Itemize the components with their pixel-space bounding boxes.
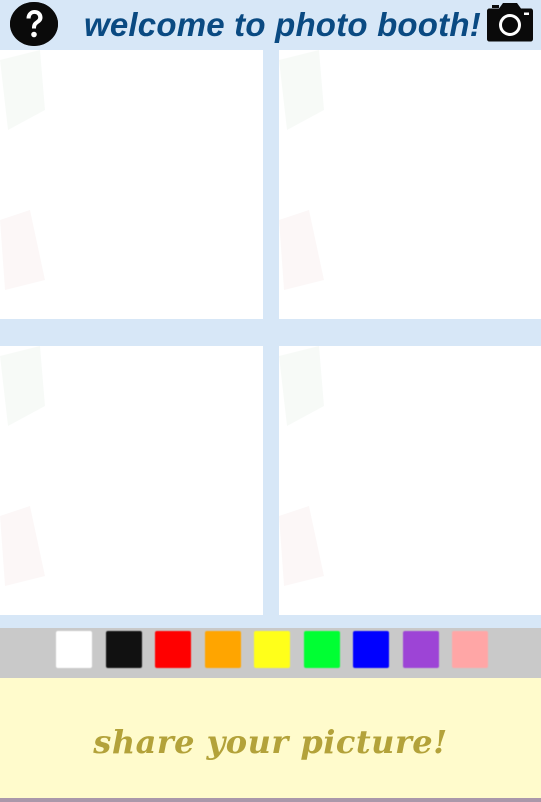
camera-button[interactable]	[484, 2, 536, 42]
color-swatch[interactable]	[403, 631, 439, 668]
color-swatch[interactable]	[106, 631, 142, 668]
photo-placeholder-icon	[279, 346, 324, 586]
color-swatch[interactable]	[155, 631, 191, 668]
photo-placeholder-icon	[279, 50, 324, 290]
page-title: welcome to photo booth!	[84, 6, 481, 43]
color-swatch[interactable]	[353, 631, 389, 668]
color-swatch[interactable]	[452, 631, 488, 668]
question-circle-icon	[10, 2, 58, 46]
photo-slot-top-left[interactable]	[0, 50, 263, 319]
color-palette	[0, 628, 541, 678]
photo-slot-bottom-left[interactable]	[0, 346, 263, 615]
photo-placeholder-icon	[0, 50, 45, 290]
help-button[interactable]	[10, 2, 58, 46]
share-label: share your picture!	[93, 723, 448, 761]
color-swatch[interactable]	[254, 631, 290, 668]
header-bar: welcome to photo booth!	[0, 0, 541, 49]
color-swatch[interactable]	[304, 631, 340, 668]
camera-icon	[487, 3, 533, 42]
color-swatch[interactable]	[56, 631, 92, 668]
photo-slot-top-right[interactable]	[279, 50, 541, 319]
photo-placeholder-icon	[0, 346, 45, 586]
share-button[interactable]: share your picture!	[0, 678, 541, 802]
color-swatch[interactable]	[205, 631, 241, 668]
photo-slot-bottom-right[interactable]	[279, 346, 541, 615]
